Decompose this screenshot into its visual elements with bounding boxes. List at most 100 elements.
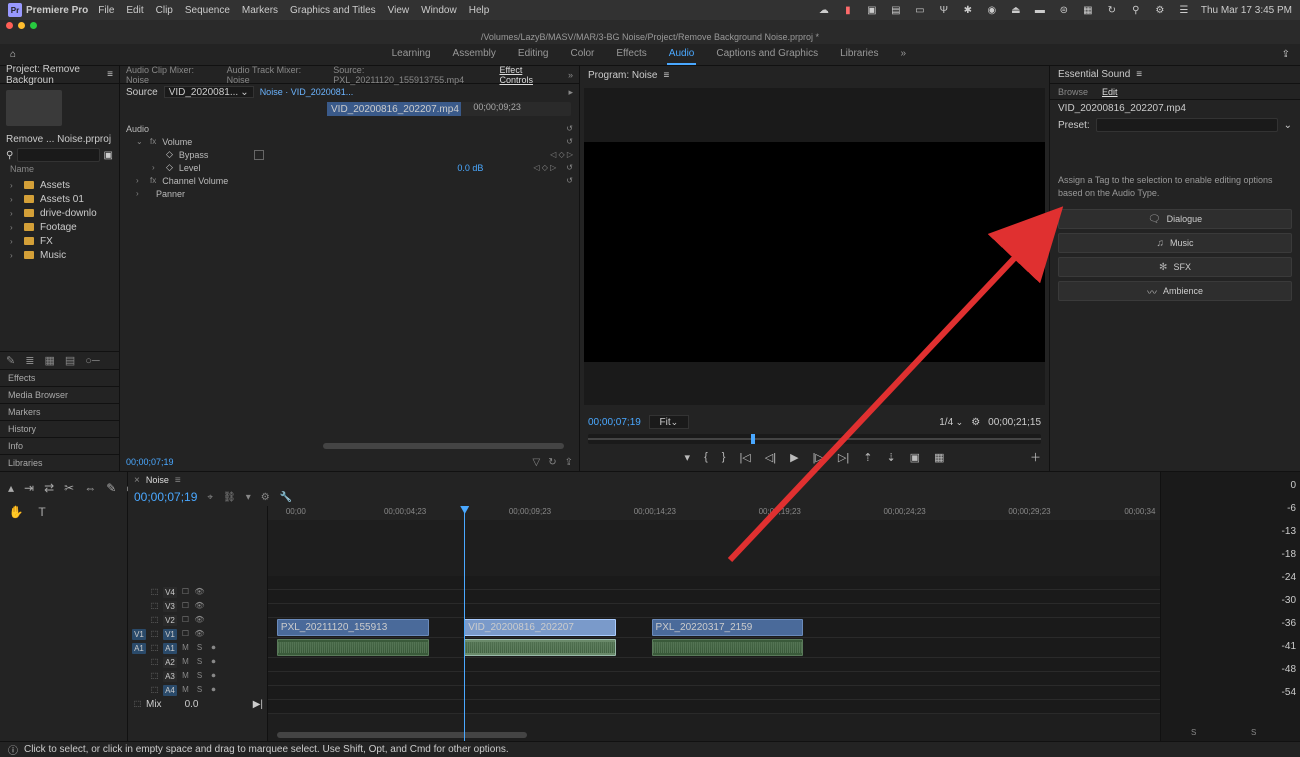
minimize-window-icon[interactable]	[18, 22, 25, 29]
track-a3[interactable]	[268, 672, 1160, 686]
ripple-edit-tool-icon[interactable]: ⇄	[44, 480, 54, 496]
ec-level[interactable]: Level	[179, 163, 201, 173]
menu-window[interactable]: Window	[421, 5, 457, 16]
psi-icon[interactable]: Ψ	[937, 3, 951, 17]
track-header-a3[interactable]: ⬚A3MS⏺	[128, 669, 267, 683]
snap-icon[interactable]: ⌖	[207, 492, 213, 503]
project-panel-title[interactable]: Project: Remove Backgroun≡	[0, 66, 119, 84]
tab-effect-controls[interactable]: Effect Controls	[499, 65, 554, 85]
workspace-editing[interactable]: Editing	[516, 44, 551, 65]
tab-audio-clip-mixer[interactable]: Audio Clip Mixer: Noise	[126, 65, 213, 85]
clip-video-3[interactable]: PXL_20220317_2159	[652, 619, 804, 636]
track-header-a2[interactable]: ⬚A2MS⏺	[128, 655, 267, 669]
wifi-icon[interactable]: ⊜	[1057, 3, 1071, 17]
ec-go-to-icon[interactable]: ▸	[568, 87, 573, 98]
track-a1[interactable]	[268, 638, 1160, 658]
linked-selection-icon[interactable]: ⛓	[223, 492, 236, 503]
meter-solo-left[interactable]: S	[1191, 728, 1196, 737]
clip-video-1[interactable]: PXL_20211120_155913	[277, 619, 429, 636]
project-thumbnail[interactable]	[6, 90, 62, 126]
ec-export-icon[interactable]: ⇪	[565, 457, 573, 468]
program-scrubber[interactable]	[588, 434, 1041, 444]
extract-icon[interactable]: ⇣	[886, 451, 895, 464]
timeline-tracks-area[interactable]: 00;00 00;00;04;23 00;00;09;23 00;00;14;2…	[268, 506, 1160, 741]
clip-audio-2[interactable]	[464, 639, 616, 656]
kf-reset-icon[interactable]: ↺	[566, 163, 573, 172]
marker-icon[interactable]: ▾	[246, 492, 251, 503]
workspace-libraries[interactable]: Libraries	[838, 44, 880, 65]
ec-volume[interactable]: Volume	[162, 137, 192, 147]
workspace-assembly[interactable]: Assembly	[451, 44, 498, 65]
track-header-v1[interactable]: V1⬚V1☐👁	[128, 627, 267, 641]
maximize-window-icon[interactable]	[30, 22, 37, 29]
kf-reset-icon[interactable]: ↺	[566, 124, 573, 133]
kf-nav-icon[interactable]: ◁ ◇ ▷	[533, 163, 556, 172]
pen-tool-icon[interactable]: ✎	[106, 480, 116, 496]
step-forward-icon[interactable]: |▷	[813, 451, 824, 464]
mark-in-icon[interactable]: {	[704, 451, 708, 463]
tab-source[interactable]: Source: PXL_20211120_155913755.mp4	[333, 65, 485, 85]
track-header-mix[interactable]: ⬚Mix0.0▶|	[128, 697, 267, 711]
close-window-icon[interactable]	[6, 22, 13, 29]
workspace-overflow-icon[interactable]: »	[898, 44, 908, 65]
sync-icon[interactable]: ◉	[985, 3, 999, 17]
timeline-tab-close-icon[interactable]: ×	[134, 475, 140, 486]
track-header-v4[interactable]: ⬚V4☐👁	[128, 585, 267, 599]
program-tc-current[interactable]: 00;00;07;19	[588, 417, 641, 428]
timemachine-icon[interactable]: ↻	[1105, 3, 1119, 17]
icon-view-icon[interactable]: ▦	[44, 354, 54, 367]
battery-icon[interactable]: ▬	[1033, 3, 1047, 17]
bypass-checkbox[interactable]	[254, 150, 264, 160]
timeline-playhead[interactable]	[464, 506, 465, 741]
display-icon[interactable]: ▭	[913, 3, 927, 17]
menu-view[interactable]: View	[388, 5, 410, 16]
panel-overflow-icon[interactable]: »	[568, 70, 573, 80]
mark-out-icon[interactable]: }	[722, 451, 726, 463]
audio-type-sfx[interactable]: ✻SFX	[1058, 257, 1292, 277]
timeline-sequence-name[interactable]: Noise	[146, 475, 169, 485]
panel-media-browser[interactable]: Media Browser	[0, 386, 119, 403]
project-search-input[interactable]	[17, 148, 99, 162]
kf-nav-icon[interactable]: ◁ ◇ ▷	[550, 150, 573, 159]
ec-level-value[interactable]: 0.0 dB	[457, 163, 483, 173]
settings-icon[interactable]: ⚙	[971, 417, 980, 428]
ec-timecode[interactable]: 00;00;07;19	[126, 457, 174, 467]
workspace-effects[interactable]: Effects	[614, 44, 648, 65]
program-title[interactable]: Program: Noise	[588, 70, 657, 81]
sort-icon[interactable]: ▤	[65, 354, 75, 367]
menu-sequence[interactable]: Sequence	[185, 5, 230, 16]
ec-bypass[interactable]: Bypass	[179, 150, 209, 160]
tab-audio-track-mixer[interactable]: Audio Track Mixer: Noise	[227, 65, 320, 85]
menu-graphics[interactable]: Graphics and Titles	[290, 5, 376, 16]
ec-loop-icon[interactable]: ↻	[548, 457, 556, 468]
menu-edit[interactable]: Edit	[126, 5, 143, 16]
export-icon[interactable]: ⇪	[1282, 49, 1290, 60]
program-resolution-dropdown[interactable]: 1/4 ⌄	[939, 417, 963, 428]
track-a2[interactable]	[268, 658, 1160, 672]
track-a4[interactable]	[268, 686, 1160, 700]
notifications-icon[interactable]: ☰	[1177, 3, 1191, 17]
essential-sound-tab-edit[interactable]: Edit	[1102, 87, 1118, 97]
preset-dropdown[interactable]	[1096, 118, 1278, 132]
ec-clip-strip[interactable]: VID_20200816_202207.mp4	[327, 102, 461, 116]
track-v3[interactable]	[268, 590, 1160, 604]
panel-markers[interactable]: Markers	[0, 403, 119, 420]
clip-audio-3[interactable]	[652, 639, 804, 656]
control-center-icon[interactable]: ⚙	[1153, 3, 1167, 17]
ec-channel-volume[interactable]: Channel Volume	[162, 176, 228, 186]
keyframe-toggle-icon[interactable]: ◇	[166, 149, 173, 160]
go-to-in-icon[interactable]: |◁	[739, 451, 750, 464]
play-icon[interactable]: ▶	[790, 451, 798, 464]
menu-help[interactable]: Help	[469, 5, 490, 16]
preset-chevron-icon[interactable]: ⌄	[1284, 120, 1292, 131]
keyframe-toggle-icon[interactable]: ◇	[166, 162, 173, 173]
lift-icon[interactable]: ⇡	[863, 451, 872, 464]
eject-icon[interactable]: ⏏	[1009, 3, 1023, 17]
track-header-a4[interactable]: ⬚A4MS⏺	[128, 683, 267, 697]
program-monitor[interactable]	[584, 88, 1045, 405]
cloud-icon[interactable]: ☁	[817, 3, 831, 17]
column-name[interactable]: Name	[0, 164, 119, 178]
panel-history[interactable]: History	[0, 420, 119, 437]
go-to-out-icon[interactable]: ▷|	[838, 451, 849, 464]
track-select-tool-icon[interactable]: ⇥	[24, 480, 34, 496]
